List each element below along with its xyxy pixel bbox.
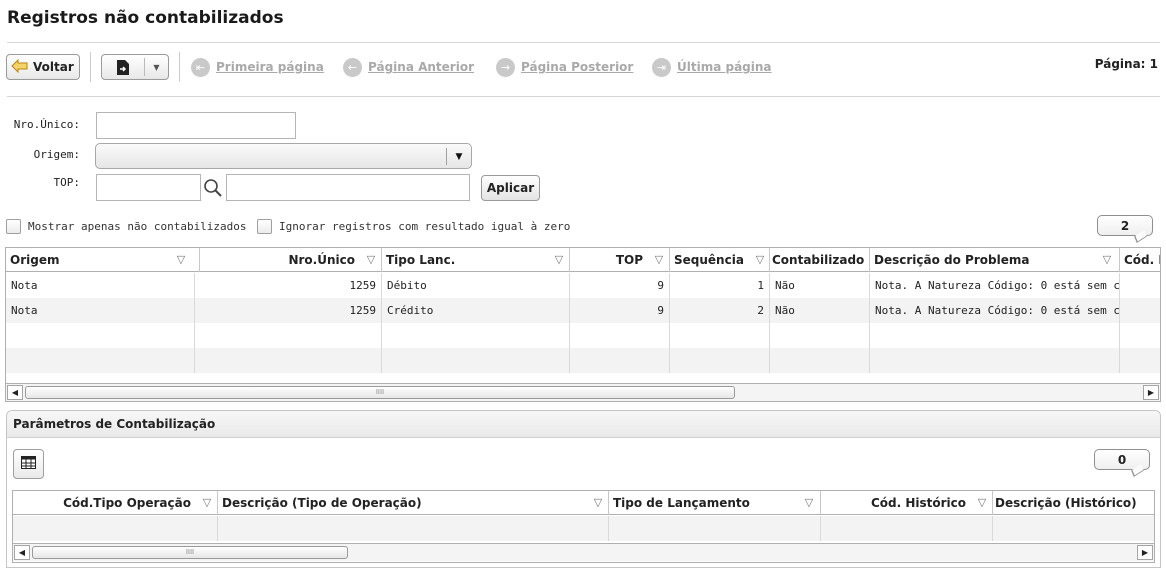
table-row-empty (6, 323, 1160, 348)
first-page-link[interactable]: ⇤ Primeira página (191, 57, 324, 77)
records-horizontal-scrollbar[interactable]: ◀ IIII ▶ (6, 383, 1160, 401)
next-page-icon: → (496, 57, 515, 77)
records-grid-header: Origem ▽ Nro.Único ▽ Tipo Lanc. ▽ TOP ▽ … (6, 248, 1160, 272)
params-count-badge: 0 (1094, 449, 1150, 470)
arrow-left-icon (11, 58, 29, 76)
filter-icon[interactable]: ▽ (753, 253, 767, 267)
filter-icon[interactable]: ▽ (975, 496, 989, 510)
search-icon[interactable] (203, 178, 223, 198)
column-header-descricao-tipo-operacao[interactable]: Descrição (Tipo de Operação) ▽ (218, 491, 609, 515)
page-indicator: Página: 1 (1094, 57, 1158, 71)
params-grid-header: Cód.Tipo Operação ▽ Descrição (Tipo de O… (13, 491, 1154, 515)
previous-page-icon: ← (343, 57, 362, 77)
back-button[interactable]: Voltar (6, 54, 80, 80)
scroll-right-icon[interactable]: ▶ (1143, 385, 1159, 400)
scroll-left-icon[interactable]: ◀ (14, 545, 30, 560)
next-page-link[interactable]: → Página Posterior (496, 57, 633, 77)
top-code-input[interactable] (96, 174, 201, 201)
top-description-input[interactable] (226, 174, 470, 201)
column-header-descricao-historico[interactable]: Descrição (Histórico) (993, 491, 1154, 515)
origem-select[interactable]: ▼ (95, 143, 472, 169)
column-header-tipo-lanc[interactable]: Tipo Lanc. ▽ (382, 248, 570, 272)
table-icon (21, 456, 36, 472)
column-header-cod[interactable]: Cód. I (1120, 248, 1160, 272)
export-document-icon (102, 59, 144, 76)
chevron-down-icon[interactable]: ▼ (446, 148, 471, 165)
column-header-top[interactable]: TOP ▽ (570, 248, 670, 272)
scroll-left-icon[interactable]: ◀ (7, 385, 23, 400)
column-header-tipo-lancamento[interactable]: Tipo de Lançamento ▽ (609, 491, 821, 515)
last-page-link[interactable]: ⇥ Última página (652, 57, 772, 77)
title-divider (7, 42, 1160, 43)
filter-icon[interactable]: ▽ (591, 496, 605, 510)
table-row-empty (6, 348, 1160, 373)
filter-icon[interactable]: ▽ (364, 253, 378, 267)
table-row-empty (13, 516, 1154, 541)
params-horizontal-scrollbar[interactable]: ◀ IIII ▶ (13, 543, 1154, 561)
column-header-descricao-problema[interactable]: Descrição do Problema ▽ (870, 248, 1120, 272)
chevron-down-icon[interactable]: ▼ (145, 63, 168, 72)
only-not-accounted-option[interactable]: Mostrar apenas não contabilizados (6, 219, 247, 234)
params-panel-title: Parâmetros de Contabilização (7, 411, 1160, 438)
toolbar-separator (179, 52, 180, 82)
previous-page-link[interactable]: ← Página Anterior (343, 57, 474, 77)
table-row[interactable]: Nota 1259 Crédito 9 2 Não Nota. A Nature… (6, 298, 1160, 323)
column-header-cod-tipo-operacao[interactable]: Cód.Tipo Operação ▽ (13, 491, 218, 515)
column-header-origem[interactable]: Origem ▽ (6, 248, 200, 272)
table-row[interactable]: Nota 1259 Débito 9 1 Não Nota. A Naturez… (6, 273, 1160, 298)
toolbar-separator (90, 52, 91, 82)
filter-icon[interactable]: ▽ (174, 253, 188, 267)
top-label: TOP: (53, 176, 81, 189)
filter-icon[interactable]: ▽ (200, 496, 214, 510)
ignore-zero-checkbox[interactable] (257, 219, 272, 234)
column-header-nro-unico[interactable]: Nro.Único ▽ (200, 248, 382, 272)
scroll-right-icon[interactable]: ▶ (1137, 545, 1153, 560)
filter-icon[interactable]: ▽ (802, 496, 816, 510)
grid-view-button[interactable] (13, 449, 44, 479)
filter-icon[interactable]: ▽ (1100, 253, 1114, 267)
scroll-thumb[interactable]: IIII (32, 546, 348, 559)
back-button-label: Voltar (33, 60, 74, 74)
params-grid: Cód.Tipo Operação ▽ Descrição (Tipo de O… (12, 490, 1155, 563)
records-grid: Origem ▽ Nro.Único ▽ Tipo Lanc. ▽ TOP ▽ … (5, 247, 1161, 402)
scroll-thumb[interactable]: IIII (25, 386, 735, 399)
toolbar-divider (7, 96, 1160, 97)
column-header-contabilizado[interactable]: Contabilizado (770, 248, 870, 272)
column-header-sequencia[interactable]: Sequência ▽ (670, 248, 770, 272)
page-title: Registros não contabilizados (7, 8, 284, 28)
last-page-icon: ⇥ (652, 57, 671, 77)
only-not-accounted-checkbox[interactable] (6, 219, 21, 234)
ignore-zero-option[interactable]: Ignorar registros com resultado igual à … (257, 219, 570, 234)
records-count-badge: 2 (1097, 215, 1153, 236)
nro-unico-label: Nro.Único: (13, 118, 80, 131)
filter-icon[interactable]: ▽ (652, 253, 666, 267)
first-page-icon: ⇤ (191, 57, 210, 77)
apply-button[interactable]: Aplicar (481, 175, 540, 201)
column-header-cod-historico[interactable]: Cód. Histórico ▽ (821, 491, 993, 515)
origem-label: Origem: (33, 148, 80, 161)
filter-icon[interactable]: ▽ (552, 253, 566, 267)
params-panel: Parâmetros de Contabilização 0 Cód.Tipo … (6, 410, 1161, 568)
nro-unico-input[interactable] (96, 112, 296, 139)
export-menu-button[interactable]: ▼ (101, 54, 169, 80)
